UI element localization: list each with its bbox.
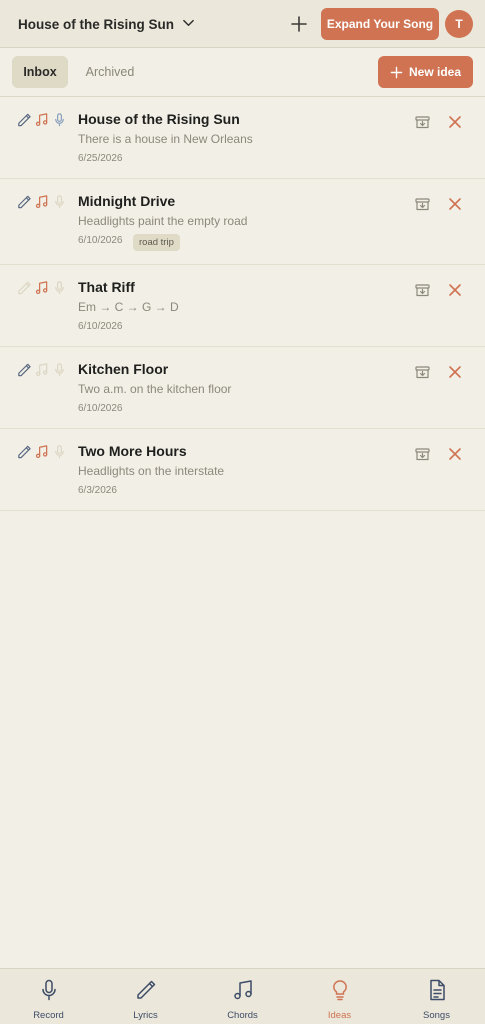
nav-label: Chords bbox=[227, 1010, 258, 1021]
nav-label: Record bbox=[33, 1010, 64, 1021]
new-idea-button[interactable]: New idea bbox=[378, 56, 473, 88]
avatar[interactable]: T bbox=[445, 10, 473, 38]
music-note-icon bbox=[34, 194, 49, 209]
pencil-icon bbox=[16, 362, 31, 377]
music-note-icon bbox=[34, 444, 49, 459]
bottom-nav: Record Lyrics Chords Ideas Songs bbox=[0, 968, 485, 1024]
idea-subtitle: Em → C → G → D bbox=[78, 300, 179, 314]
idea-row[interactable]: That Riff Em → C → G → D 6/10/2026 bbox=[0, 265, 485, 347]
idea-content-icons bbox=[16, 444, 67, 459]
idea-content-icons bbox=[16, 194, 67, 209]
idea-row[interactable]: House of the Rising Sun There is a house … bbox=[0, 97, 485, 179]
nav-label: Ideas bbox=[327, 1010, 352, 1021]
pencil-icon bbox=[16, 280, 31, 295]
idea-tabs: Inbox Archived New idea bbox=[0, 48, 485, 97]
idea-subtitle: Headlights paint the empty road bbox=[78, 214, 248, 228]
idea-date: 6/10/2026 bbox=[78, 403, 123, 414]
nav-chords[interactable]: Chords bbox=[194, 969, 291, 1024]
expand-song-button[interactable]: Expand Your Song bbox=[321, 8, 439, 40]
archive-icon[interactable] bbox=[414, 364, 431, 381]
idea-subtitle: There is a house in New Orleans bbox=[78, 132, 253, 146]
idea-content-icons bbox=[16, 112, 67, 127]
close-icon[interactable] bbox=[447, 364, 463, 380]
add-song-button[interactable] bbox=[288, 13, 310, 35]
song-title: House of the Rising Sun bbox=[18, 16, 175, 32]
idea-subtitle: Headlights on the interstate bbox=[78, 464, 225, 478]
music-note-icon bbox=[34, 362, 49, 377]
ideas-list: House of the Rising Sun There is a house … bbox=[0, 97, 485, 511]
idea-title: Midnight Drive bbox=[78, 193, 176, 209]
idea-tag[interactable]: road trip bbox=[133, 234, 180, 251]
tab-inbox[interactable]: Inbox bbox=[12, 56, 68, 88]
pencil-icon bbox=[134, 969, 158, 1007]
pencil-icon bbox=[16, 112, 31, 127]
archive-icon[interactable] bbox=[414, 114, 431, 131]
idea-title: Two More Hours bbox=[78, 443, 187, 459]
microphone-icon bbox=[52, 194, 67, 209]
tab-archived[interactable]: Archived bbox=[74, 56, 146, 88]
plus-icon bbox=[291, 16, 307, 32]
idea-subtitle: Two a.m. on the kitchen floor bbox=[78, 382, 232, 396]
song-selector[interactable]: House of the Rising Sun bbox=[18, 14, 195, 34]
close-icon[interactable] bbox=[447, 196, 463, 212]
idea-title: That Riff bbox=[78, 279, 135, 295]
nav-label: Lyrics bbox=[133, 1010, 158, 1021]
microphone-icon bbox=[52, 362, 67, 377]
nav-lyrics[interactable]: Lyrics bbox=[97, 969, 194, 1024]
document-icon bbox=[425, 969, 449, 1007]
idea-title: House of the Rising Sun bbox=[78, 111, 240, 127]
idea-content-icons bbox=[16, 362, 67, 377]
nav-record[interactable]: Record bbox=[0, 969, 97, 1024]
nav-songs[interactable]: Songs bbox=[388, 969, 485, 1024]
lightbulb-icon bbox=[328, 969, 352, 1007]
idea-row[interactable]: Midnight Drive Headlights paint the empty… bbox=[0, 179, 485, 265]
music-note-icon bbox=[34, 112, 49, 127]
idea-row[interactable]: Kitchen Floor Two a.m. on the kitchen flo… bbox=[0, 347, 485, 429]
archive-icon[interactable] bbox=[414, 282, 431, 299]
new-idea-label: New idea bbox=[408, 65, 462, 79]
music-note-icon bbox=[231, 969, 255, 1007]
pencil-icon bbox=[16, 444, 31, 459]
plus-icon bbox=[390, 66, 403, 78]
microphone-icon bbox=[37, 969, 61, 1007]
nav-label: Songs bbox=[423, 1010, 450, 1021]
microphone-icon bbox=[52, 112, 67, 127]
idea-date: 6/3/2026 bbox=[78, 485, 117, 496]
idea-date: 6/10/2026 bbox=[78, 321, 123, 332]
idea-date: 6/25/2026 bbox=[78, 153, 123, 164]
microphone-icon bbox=[52, 444, 67, 459]
close-icon[interactable] bbox=[447, 446, 463, 462]
idea-content-icons bbox=[16, 280, 67, 295]
idea-date: 6/10/2026 bbox=[78, 235, 123, 246]
close-icon[interactable] bbox=[447, 114, 463, 130]
app-header: House of the Rising Sun Expand Your Song… bbox=[0, 0, 485, 48]
archive-icon[interactable] bbox=[414, 196, 431, 213]
microphone-icon bbox=[52, 280, 67, 295]
close-icon[interactable] bbox=[447, 282, 463, 298]
idea-title: Kitchen Floor bbox=[78, 361, 169, 377]
pencil-icon bbox=[16, 194, 31, 209]
nav-ideas[interactable]: Ideas bbox=[291, 969, 388, 1024]
music-note-icon bbox=[34, 280, 49, 295]
archive-icon[interactable] bbox=[414, 446, 431, 463]
idea-row[interactable]: Two More Hours Headlights on the intersta… bbox=[0, 429, 485, 511]
chevron-down-icon bbox=[182, 16, 195, 32]
